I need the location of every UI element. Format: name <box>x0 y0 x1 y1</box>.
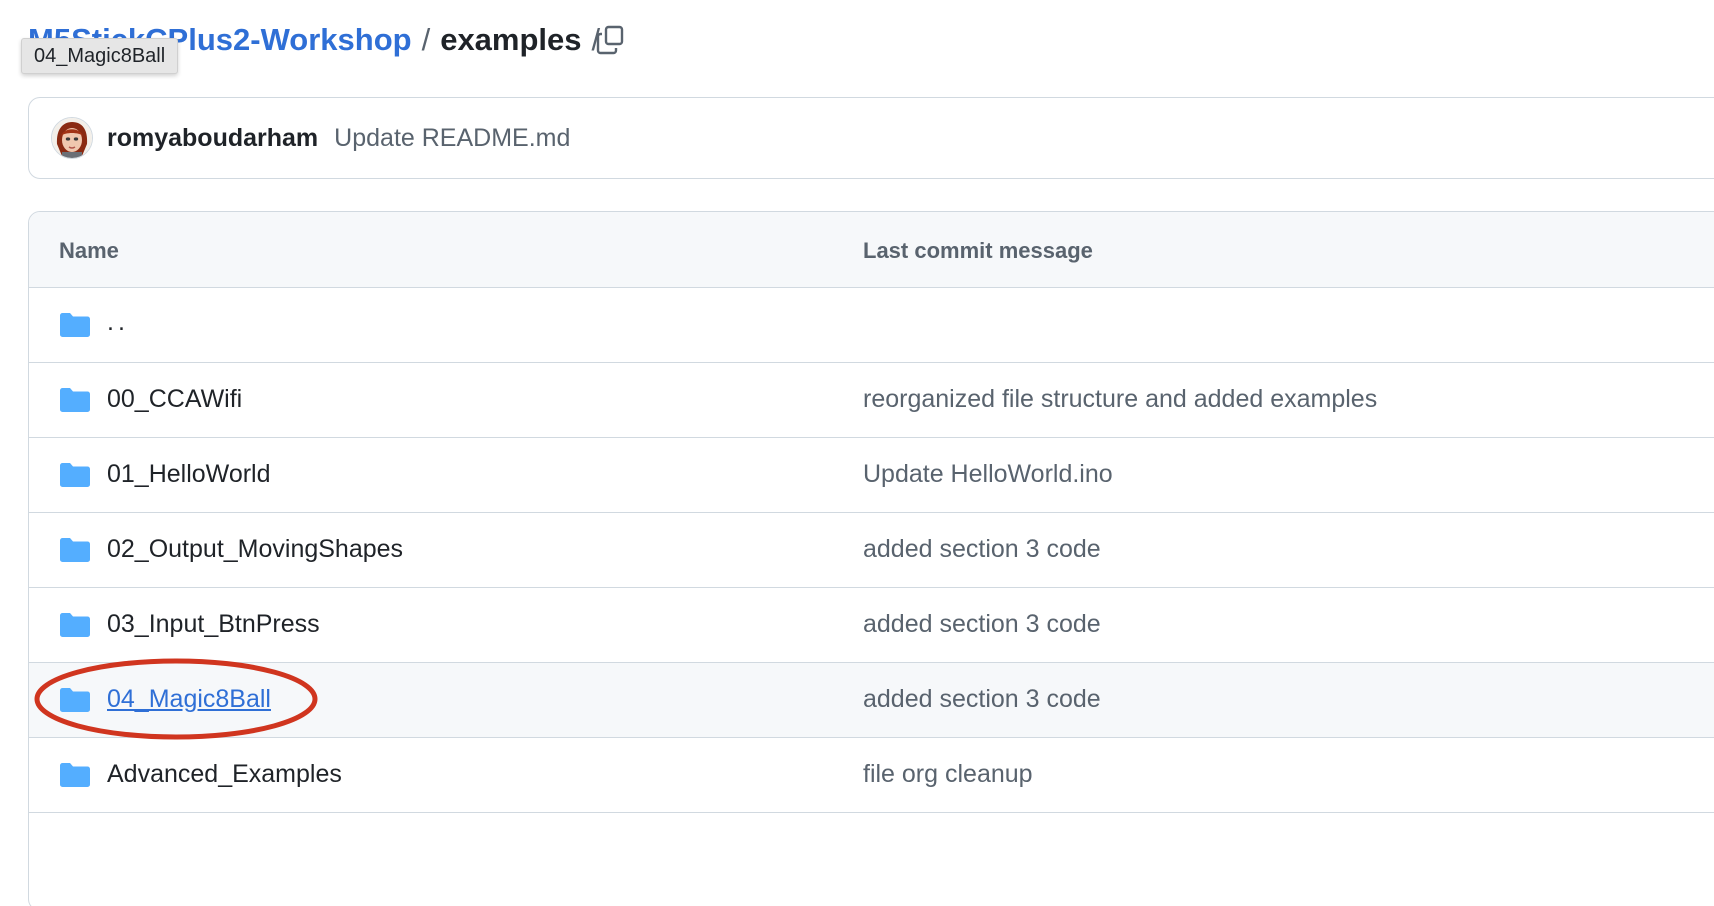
file-name-link[interactable]: 04_Magic8Ball <box>107 685 271 714</box>
folder-icon <box>60 688 90 712</box>
folder-icon <box>60 763 90 787</box>
avatar[interactable] <box>51 117 93 159</box>
tooltip: 04_Magic8Ball <box>21 38 179 74</box>
file-name[interactable]: 00_CCAWifi <box>107 385 242 414</box>
folder-icon <box>60 538 90 562</box>
copy-path-button[interactable] <box>588 20 632 60</box>
table-row[interactable]: 00_CCAWifi reorganized file structure an… <box>29 363 1714 438</box>
column-header-last-commit-message: Last commit message <box>863 238 1093 263</box>
file-name[interactable]: 03_Input_BtnPress <box>107 610 320 639</box>
repo-file-browser: M5StickCPlus2-Workshop / examples / 04_M… <box>0 0 1714 906</box>
table-row[interactable]: 01_HelloWorld Update HelloWorld.ino <box>29 438 1714 513</box>
commit-message[interactable]: added section 3 code <box>863 535 1101 564</box>
table-row[interactable]: 03_Input_BtnPress added section 3 code <box>29 588 1714 663</box>
file-table: Name Last commit message .. 00_CCAWifi r… <box>28 211 1714 906</box>
commit-message[interactable]: added section 3 code <box>863 610 1101 639</box>
file-name[interactable]: 01_HelloWorld <box>107 460 271 489</box>
column-header-name: Name <box>59 238 119 263</box>
folder-icon <box>60 388 90 412</box>
file-name[interactable]: .. <box>107 308 129 337</box>
table-row[interactable]: Advanced_Examples file org cleanup <box>29 738 1714 813</box>
breadcrumb-separator: / <box>421 22 431 57</box>
commit-author[interactable]: romyaboudarham <box>107 124 318 153</box>
table-row[interactable]: 02_Output_MovingShapes added section 3 c… <box>29 513 1714 588</box>
folder-icon <box>60 313 90 337</box>
breadcrumb-current-folder: examples <box>440 22 582 57</box>
folder-icon <box>60 613 90 637</box>
table-header: Name Last commit message <box>29 212 1714 288</box>
table-row-parent-directory[interactable]: .. <box>29 288 1714 363</box>
latest-commit-bar: romyaboudarham Update README.md <box>28 97 1714 179</box>
table-row-hovered[interactable]: 04_Magic8Ball added section 3 code <box>29 663 1714 738</box>
commit-message[interactable]: Update HelloWorld.ino <box>863 460 1113 489</box>
commit-message[interactable]: file org cleanup <box>863 760 1033 789</box>
file-name[interactable]: 02_Output_MovingShapes <box>107 535 403 564</box>
folder-icon <box>60 463 90 487</box>
commit-message[interactable]: added section 3 code <box>863 685 1101 714</box>
commit-message[interactable]: Update README.md <box>334 124 570 153</box>
copy-icon <box>596 25 624 55</box>
file-name[interactable]: Advanced_Examples <box>107 760 342 789</box>
commit-message[interactable]: reorganized file structure and added exa… <box>863 385 1377 414</box>
